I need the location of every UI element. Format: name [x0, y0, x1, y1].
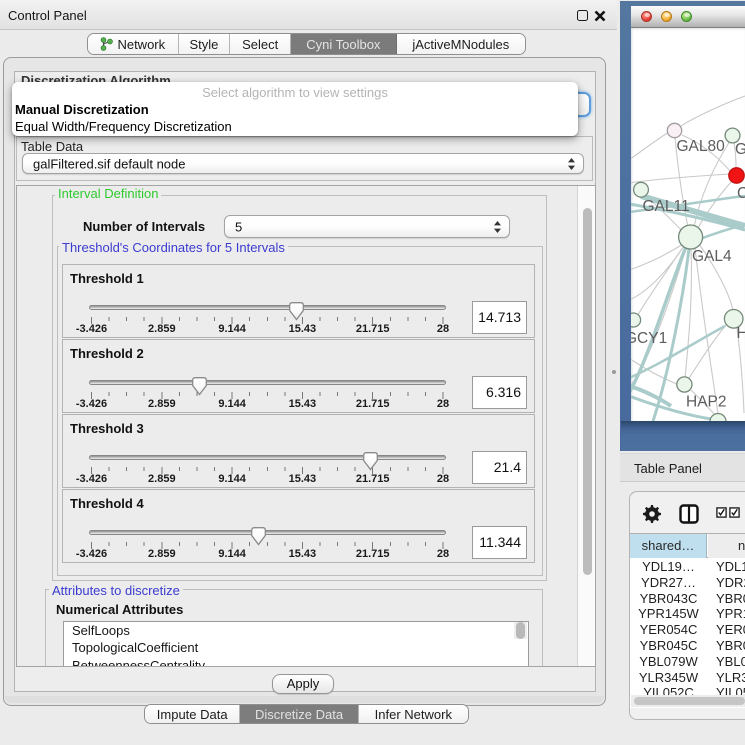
svg-text:GA: GA — [735, 141, 745, 158]
svg-text:H: H — [737, 325, 745, 342]
svg-text:GAL11: GAL11 — [643, 198, 690, 215]
svg-text:GAL4: GAL4 — [692, 248, 732, 265]
svg-text:GAL80: GAL80 — [677, 138, 726, 155]
svg-text:C: C — [737, 185, 745, 202]
svg-text:HAP2: HAP2 — [686, 394, 727, 411]
svg-text:GCY1: GCY1 — [631, 330, 667, 347]
